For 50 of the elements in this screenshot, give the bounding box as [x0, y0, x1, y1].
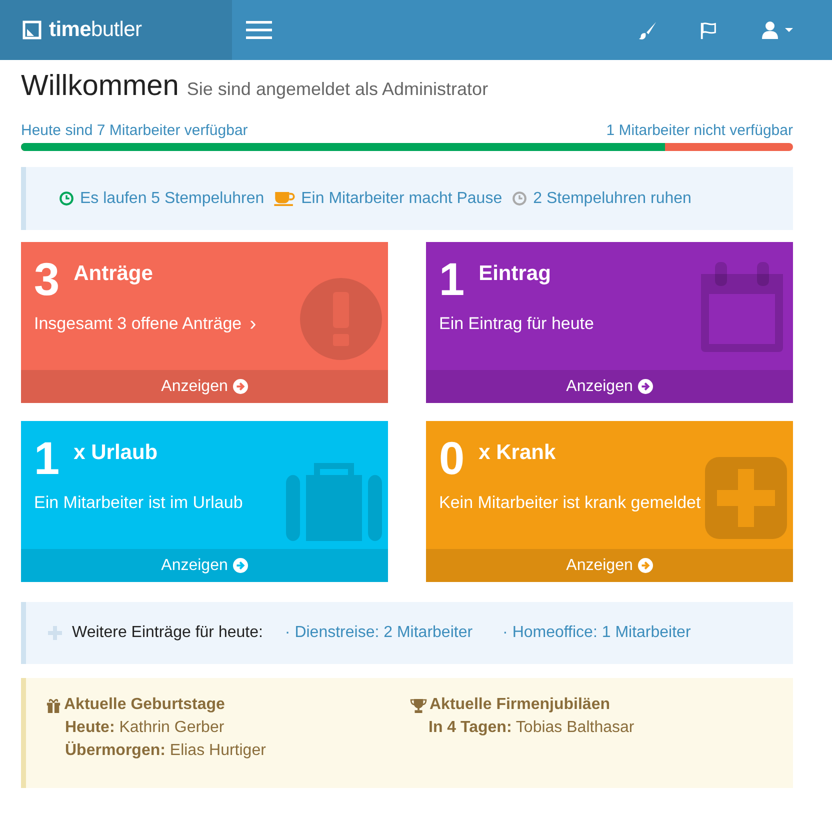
show-link[interactable]: Anzeigen [426, 370, 793, 403]
card-text: Ein Mitarbeiter ist im Urlaub [34, 493, 243, 513]
trophy-icon [410, 698, 426, 712]
card-title: x Urlaub [74, 441, 158, 465]
brush-icon[interactable] [638, 20, 657, 40]
card-title: Eintrag [478, 262, 551, 286]
card-count: 3 [34, 256, 60, 302]
more-entries-label: Weitere Einträge für heute: [72, 624, 263, 642]
card-count: 1 [34, 435, 60, 481]
card-text[interactable]: Insgesamt 3 offene Anträge [34, 314, 242, 334]
entry-link[interactable]: · Dienstreise: 2 Mitarbeiter [284, 624, 473, 642]
logo-text[interactable]: timebutler [49, 18, 142, 42]
show-link[interactable]: Anzeigen [21, 370, 388, 403]
card-count: 0 [439, 435, 465, 481]
event-title: Aktuelle Geburtstage [64, 696, 225, 714]
medical-plus-icon [705, 457, 787, 539]
cup-icon [274, 191, 296, 206]
card-title: Anträge [74, 262, 153, 286]
available-label[interactable]: Heute sind 7 Mitarbeiter verfügbar [21, 122, 248, 139]
event-line: In 4 Tagen: Tobias Balthasar [428, 719, 636, 737]
logo-icon [22, 20, 42, 40]
event-title: Aktuelle Firmenjubiläen [430, 696, 610, 714]
arrow-circle-icon [638, 379, 653, 394]
clock-status: Es laufen 5 Stempeluhren [80, 190, 264, 208]
flag-icon[interactable] [699, 20, 718, 40]
card-text: Kein Mitarbeiter ist krank gemeldet [439, 493, 701, 513]
welcome-title: Willkommen [21, 70, 179, 103]
welcome-subtitle: Sie sind angemeldet als Administrator [186, 79, 488, 100]
show-link[interactable]: Anzeigen [426, 549, 793, 582]
gift-icon [46, 698, 61, 712]
show-link[interactable]: Anzeigen [21, 549, 388, 582]
entry-link[interactable]: · Homeoffice: 1 Mitarbeiter [502, 624, 691, 642]
plus-icon [48, 626, 62, 640]
unavailable-label[interactable]: 1 Mitarbeiter nicht verfügbar [606, 122, 793, 139]
arrow-circle-icon [232, 558, 248, 573]
event-line: Heute: Kathrin Gerber [65, 719, 226, 737]
card-count: 1 [439, 256, 465, 302]
clock-status: 2 Stempeluhren ruhen [533, 190, 692, 208]
user-icon[interactable] [760, 20, 794, 40]
arrow-circle-icon [232, 379, 248, 394]
clock-icon [59, 191, 74, 206]
exclamation-icon [300, 278, 382, 360]
menu-icon[interactable] [246, 20, 272, 40]
chevron-icon[interactable]: › [250, 314, 256, 334]
clock-status: Ein Mitarbeiter macht Pause [301, 190, 502, 208]
card-title: x Krank [478, 441, 556, 465]
card-text: Ein Eintrag für heute [439, 314, 594, 334]
event-line: Übermorgen: Elias Hurtiger [65, 742, 267, 760]
arrow-circle-icon [638, 558, 653, 573]
clock-icon [512, 191, 528, 206]
